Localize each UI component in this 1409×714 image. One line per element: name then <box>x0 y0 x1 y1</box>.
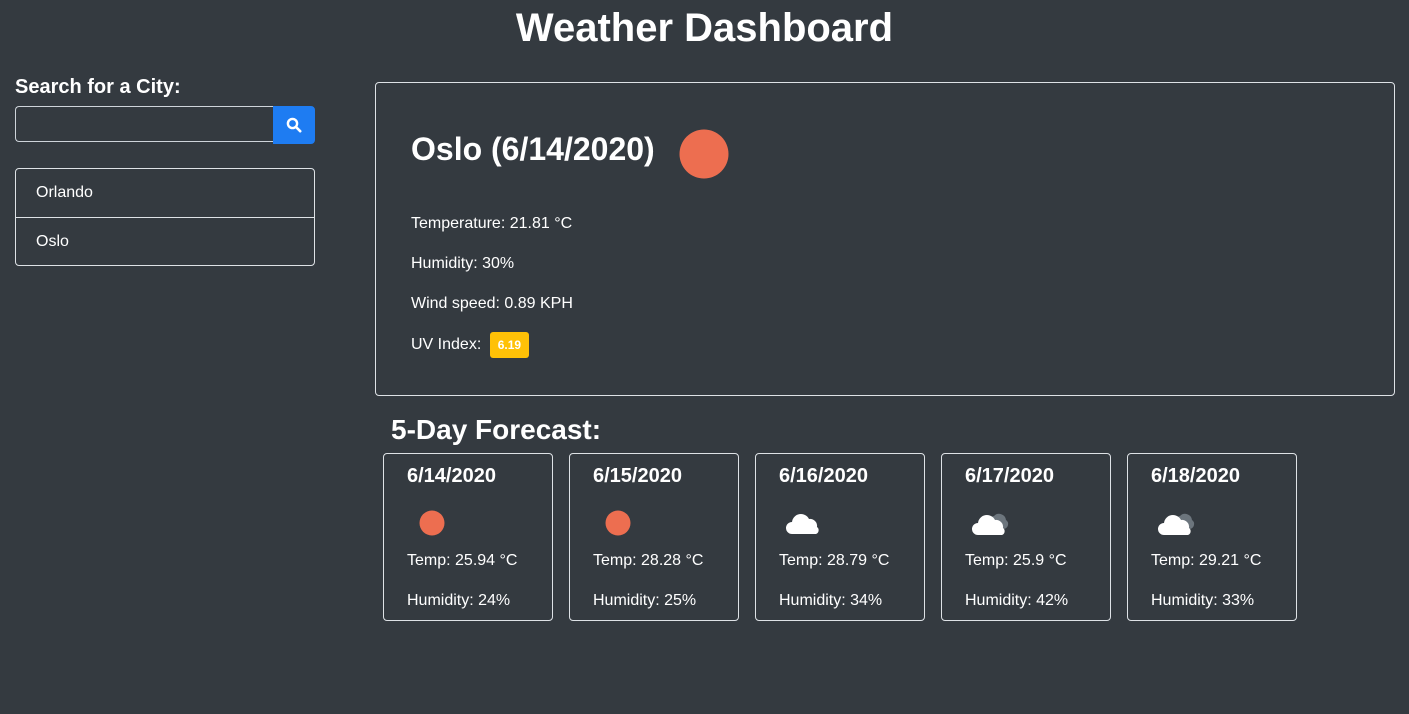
forecast-card: 6/15/2020 Temp: 28.28 °C Humidity: 25% <box>569 453 739 621</box>
forecast-date: 6/16/2020 <box>779 465 868 487</box>
search-input[interactable] <box>15 106 273 142</box>
forecast-date: 6/14/2020 <box>407 465 496 487</box>
current-weather-card: Oslo (6/14/2020) Temperature: 21.81 °C H… <box>375 82 1395 396</box>
forecast-humidity: Humidity: 34% <box>779 592 883 609</box>
uv-index-row: UV Index: 6.19 <box>411 332 530 358</box>
forecast-temp: Temp: 25.9 °C <box>965 552 1067 569</box>
forecast-card: 6/14/2020 Temp: 25.94 °C Humidity: 24% <box>383 453 553 621</box>
forecast-card: 6/17/2020 Temp: 25.9 °C Humidity: 42% <box>941 453 1111 621</box>
forecast-date: 6/17/2020 <box>965 465 1054 487</box>
forecast-title: 5-Day Forecast: <box>391 414 602 445</box>
forecast-card: 6/18/2020 Temp: 29.21 °C Humidity: 33% <box>1127 453 1297 621</box>
forecast-temp: Temp: 28.28 °C <box>593 552 704 569</box>
humidity-text: Humidity: 30% <box>411 255 515 272</box>
uv-index-label: UV Index: <box>411 336 482 354</box>
broken-clouds-icon <box>972 513 1009 535</box>
sun-icon <box>419 510 445 536</box>
forecast-humidity: Humidity: 25% <box>593 592 697 609</box>
sun-icon <box>679 129 729 179</box>
forecast-date: 6/18/2020 <box>1151 465 1240 487</box>
forecast-temp: Temp: 28.79 °C <box>779 552 890 569</box>
forecast-humidity: Humidity: 24% <box>407 592 511 609</box>
cloud-icon <box>786 514 819 534</box>
city-heading: Oslo (6/14/2020) <box>411 131 655 167</box>
forecast-date: 6/15/2020 <box>593 465 682 487</box>
broken-clouds-icon <box>1158 513 1195 535</box>
wind-speed-text: Wind speed: 0.89 KPH <box>411 295 573 312</box>
forecast-humidity: Humidity: 42% <box>965 592 1069 609</box>
forecast-temp: Temp: 25.94 °C <box>407 552 518 569</box>
forecast-temp: Temp: 29.21 °C <box>1151 552 1262 569</box>
sun-icon <box>605 510 631 536</box>
page-title: Weather Dashboard <box>515 6 894 50</box>
search-button[interactable] <box>273 106 315 144</box>
search-icon <box>286 117 302 133</box>
forecast-humidity: Humidity: 33% <box>1151 592 1255 609</box>
search-history-list: Orlando Oslo <box>15 168 315 266</box>
search-label: Search for a City: <box>15 76 181 98</box>
forecast-card: 6/16/2020 Temp: 28.79 °C Humidity: 34% <box>755 453 925 621</box>
uv-index-badge: 6.19 <box>489 332 530 358</box>
history-item-orlando[interactable]: Orlando <box>16 169 314 217</box>
temperature-text: Temperature: 21.81 °C <box>411 215 573 232</box>
history-item-oslo[interactable]: Oslo <box>16 217 314 265</box>
